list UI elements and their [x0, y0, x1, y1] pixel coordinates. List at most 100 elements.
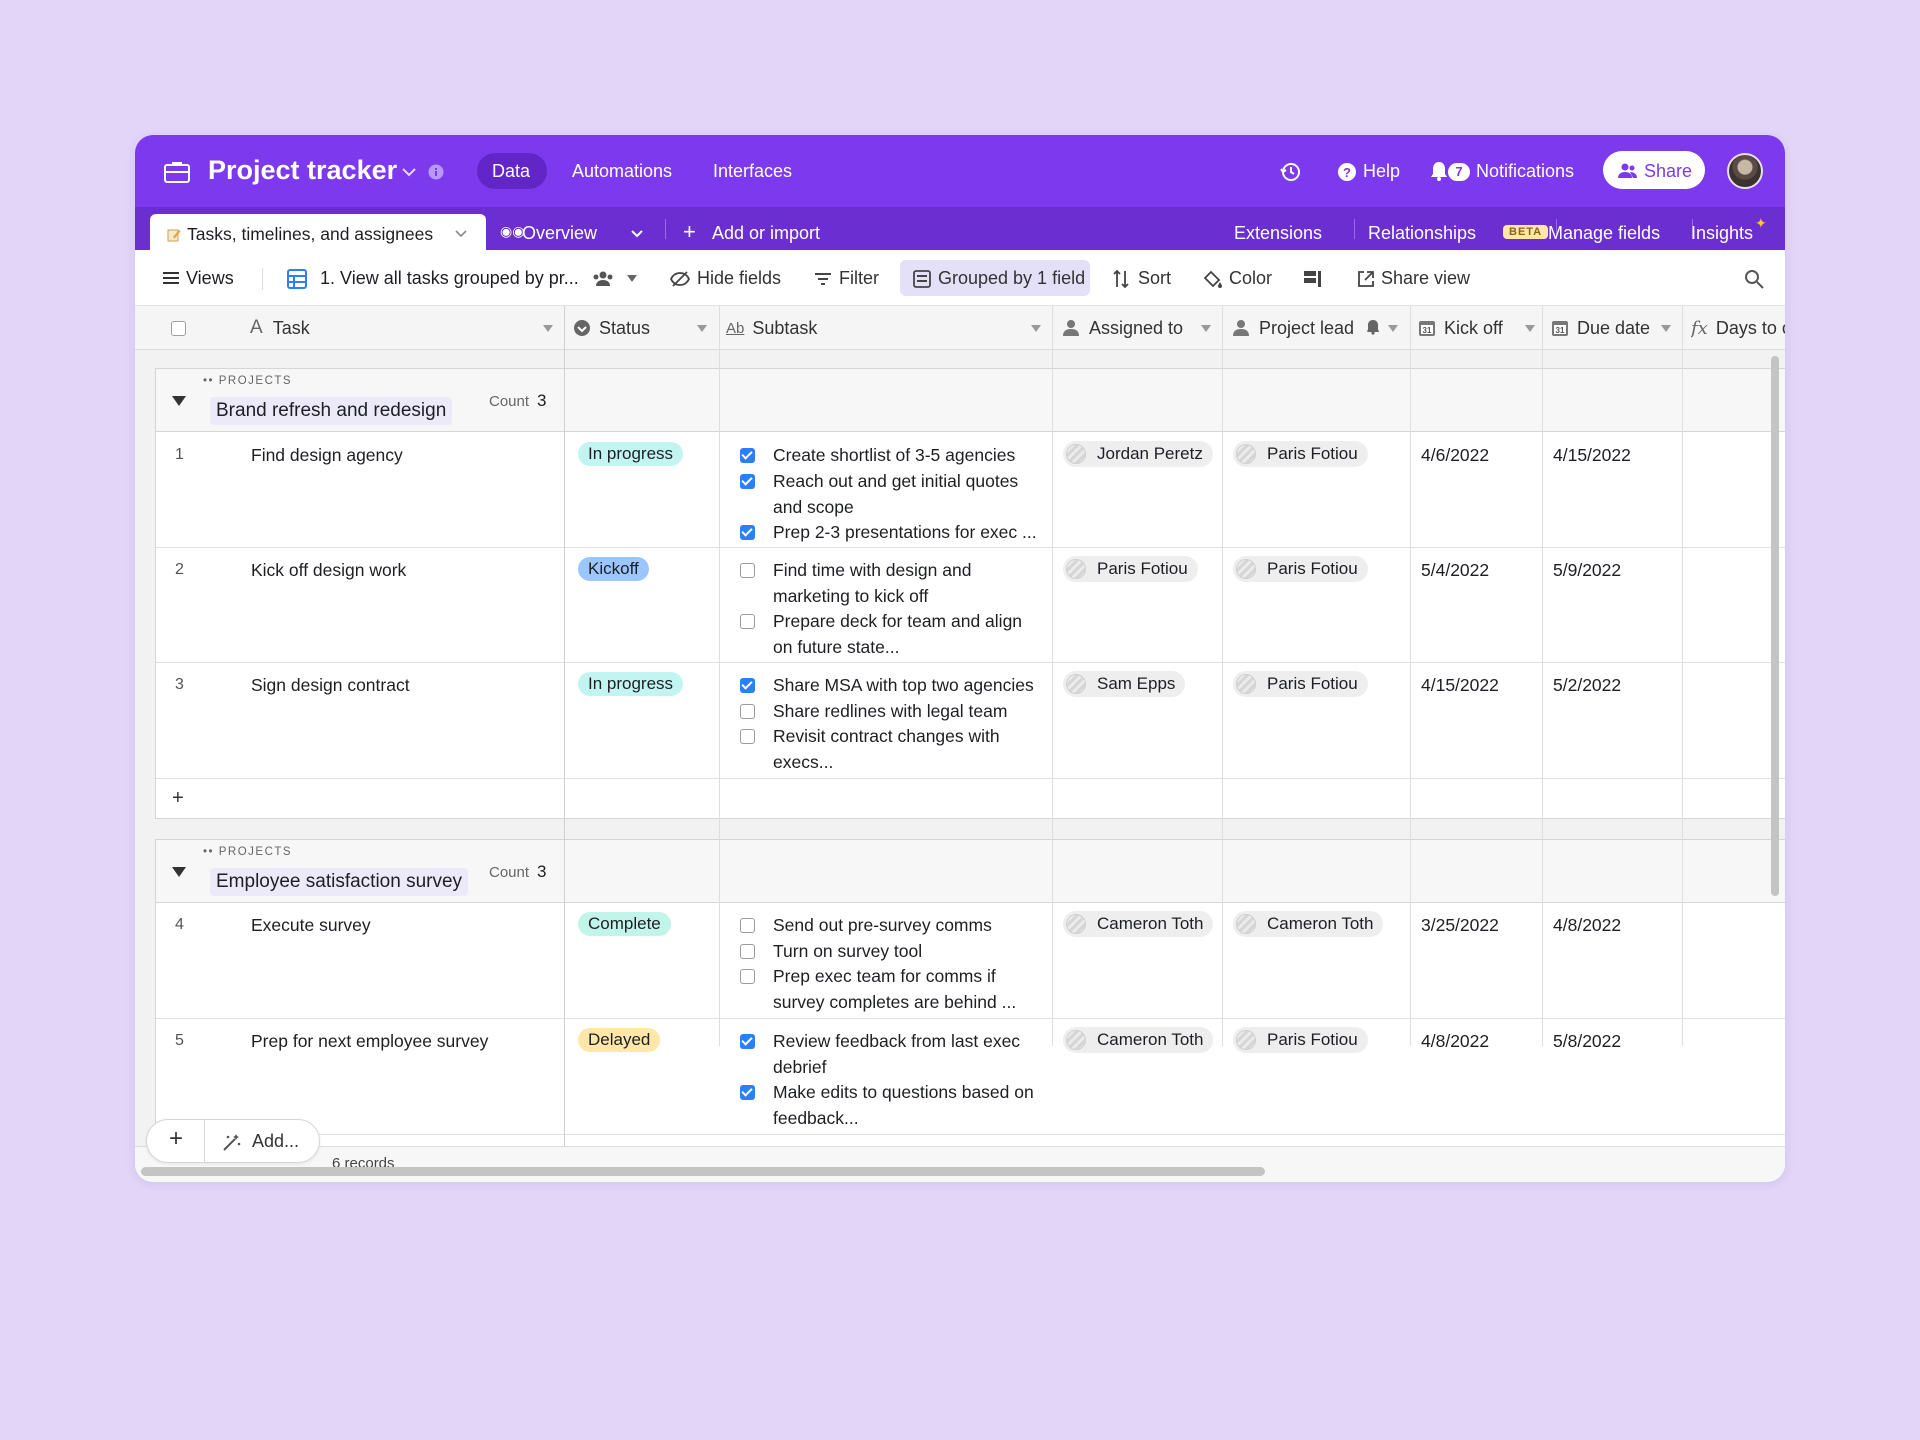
subtask-cell[interactable]: Share MSA with top two agencies Share re…	[740, 673, 1050, 773]
subtask-cell[interactable]: Send out pre-survey comms Turn on survey…	[740, 913, 1050, 1013]
view-name-button[interactable]: 1. View all tasks grouped by pr...	[320, 268, 579, 289]
assignee-chip[interactable]: Paris Fotiou	[1063, 556, 1198, 582]
subtask-checkbox[interactable]	[740, 704, 755, 719]
history-icon[interactable]	[1280, 161, 1302, 183]
subtask-checkbox[interactable]	[740, 474, 755, 489]
overview-tab[interactable]: Overview	[522, 223, 597, 244]
nav-automations-tab[interactable]: Automations	[572, 161, 672, 182]
kick-off-date[interactable]: 4/15/2022	[1421, 675, 1499, 696]
add-with-ai-button[interactable]: Add...	[252, 1131, 299, 1152]
add-record-button[interactable]: +	[169, 1125, 183, 1153]
add-row-button[interactable]: +	[172, 787, 184, 810]
extensions-button[interactable]: Extensions	[1234, 223, 1322, 244]
help-button[interactable]: Help	[1363, 161, 1400, 182]
subtask-cell[interactable]: Find time with design and marketing to k…	[740, 558, 1050, 658]
caret-down-icon[interactable]	[1661, 325, 1671, 332]
status-pill[interactable]: Delayed	[578, 1028, 661, 1052]
due-date[interactable]: 5/9/2022	[1553, 560, 1621, 581]
subtask-checkbox[interactable]	[740, 969, 755, 984]
subtask-checkbox[interactable]	[740, 563, 755, 578]
column-header-task[interactable]: A Task	[250, 306, 550, 350]
status-pill[interactable]: In progress	[578, 442, 684, 466]
caret-down-icon[interactable]	[1201, 325, 1211, 332]
kick-off-date[interactable]: 4/6/2022	[1421, 445, 1489, 466]
subtask-checkbox[interactable]	[740, 944, 755, 959]
search-icon[interactable]	[1744, 269, 1764, 289]
kick-off-date[interactable]: 5/4/2022	[1421, 560, 1489, 581]
table-row[interactable]: 1 Find design agency In progress Create …	[156, 432, 1785, 548]
notifications-button[interactable]: Notifications	[1476, 161, 1574, 182]
task-cell[interactable]: Find design agency	[251, 445, 403, 466]
relationships-button[interactable]: Relationships	[1368, 223, 1476, 244]
column-header-days-to[interactable]: fx Days to c	[1691, 306, 1785, 350]
project-lead-chip[interactable]: Paris Fotiou	[1233, 1027, 1368, 1053]
table-row[interactable]: 2 Kick off design work Kickoff Find time…	[156, 548, 1785, 663]
due-date[interactable]: 5/2/2022	[1553, 675, 1621, 696]
task-cell[interactable]: Kick off design work	[251, 560, 406, 581]
project-lead-chip[interactable]: Paris Fotiou	[1233, 671, 1368, 697]
subtask-checkbox[interactable]	[740, 1034, 755, 1049]
caret-down-icon[interactable]	[697, 325, 707, 332]
status-pill[interactable]: Kickoff	[578, 557, 649, 581]
group-header[interactable]: •• PROJECTS Brand refresh and redesign C…	[156, 369, 1785, 432]
base-title[interactable]: Project tracker	[208, 155, 397, 186]
subtask-checkbox[interactable]	[740, 1085, 755, 1100]
bell-icon[interactable]	[1430, 161, 1448, 181]
row-height-icon[interactable]	[1303, 270, 1323, 288]
due-date[interactable]: 4/8/2022	[1553, 915, 1621, 936]
chevron-down-icon[interactable]	[455, 229, 467, 238]
select-all-checkbox[interactable]	[171, 321, 186, 336]
column-header-due-date[interactable]: 31 Due date	[1551, 306, 1671, 350]
task-cell[interactable]: Execute survey	[251, 915, 371, 936]
kick-off-date[interactable]: 3/25/2022	[1421, 915, 1499, 936]
assignee-chip[interactable]: Sam Epps	[1063, 671, 1186, 697]
vertical-scrollbar[interactable]	[1771, 356, 1779, 896]
caret-down-icon[interactable]	[627, 275, 637, 282]
kick-off-date[interactable]: 4/8/2022	[1421, 1031, 1489, 1052]
share-view-button[interactable]: Share view	[1381, 268, 1470, 289]
subtask-checkbox[interactable]	[740, 729, 755, 744]
caret-down-icon[interactable]	[543, 325, 553, 332]
insights-button[interactable]: Insights	[1691, 223, 1753, 244]
subtask-checkbox[interactable]	[740, 448, 755, 463]
subtask-cell[interactable]: Create shortlist of 3-5 agencies Reach o…	[740, 443, 1050, 543]
chevron-down-icon[interactable]	[630, 229, 644, 239]
table-row[interactable]: 4 Execute survey Complete Send out pre-s…	[156, 903, 1785, 1019]
caret-down-icon[interactable]	[1525, 325, 1535, 332]
subtask-checkbox[interactable]	[740, 614, 755, 629]
caret-down-icon[interactable]	[1388, 325, 1398, 332]
assignee-chip[interactable]: Cameron Toth	[1063, 911, 1214, 937]
status-pill[interactable]: In progress	[578, 672, 684, 696]
add-or-import-button[interactable]: Add or import	[712, 223, 820, 244]
table-row[interactable]: 3 Sign design contract In progress Share…	[156, 663, 1785, 779]
hide-fields-button[interactable]: Hide fields	[697, 268, 781, 289]
caret-down-icon[interactable]	[1031, 325, 1041, 332]
due-date[interactable]: 5/8/2022	[1553, 1031, 1621, 1052]
project-lead-chip[interactable]: Paris Fotiou	[1233, 556, 1368, 582]
user-avatar[interactable]	[1727, 153, 1763, 189]
subtask-cell[interactable]: Review feedback from last exec debrief M…	[740, 1029, 1050, 1129]
collapse-triangle-icon[interactable]	[172, 867, 186, 877]
table-row[interactable]: 5 Prep for next employee survey Delayed …	[156, 1019, 1785, 1135]
project-lead-chip[interactable]: Paris Fotiou	[1233, 441, 1368, 467]
assignee-chip[interactable]: Cameron Toth	[1063, 1027, 1214, 1053]
project-lead-chip[interactable]: Cameron Toth	[1233, 911, 1384, 937]
horizontal-scrollbar[interactable]	[141, 1167, 1265, 1176]
column-header-kick-off[interactable]: 31 Kick off	[1418, 306, 1528, 350]
views-button[interactable]: Views	[186, 268, 234, 289]
info-icon[interactable]	[428, 164, 444, 180]
task-cell[interactable]: Sign design contract	[251, 675, 410, 696]
status-pill[interactable]: Complete	[578, 912, 671, 936]
filter-button[interactable]: Filter	[839, 268, 879, 289]
assignee-chip[interactable]: Jordan Peretz	[1063, 441, 1213, 467]
group-header[interactable]: •• PROJECTS Employee satisfaction survey…	[156, 840, 1785, 903]
manage-fields-button[interactable]: Manage fields	[1548, 223, 1660, 244]
column-header-subtask[interactable]: Ab Subtask	[726, 306, 976, 350]
column-header-status[interactable]: Status	[573, 306, 713, 350]
subtask-checkbox[interactable]	[740, 678, 755, 693]
sort-button[interactable]: Sort	[1138, 268, 1171, 289]
subtask-checkbox[interactable]	[740, 918, 755, 933]
nav-interfaces-tab[interactable]: Interfaces	[713, 161, 792, 182]
task-cell[interactable]: Prep for next employee survey	[251, 1031, 488, 1052]
due-date[interactable]: 4/15/2022	[1553, 445, 1631, 466]
